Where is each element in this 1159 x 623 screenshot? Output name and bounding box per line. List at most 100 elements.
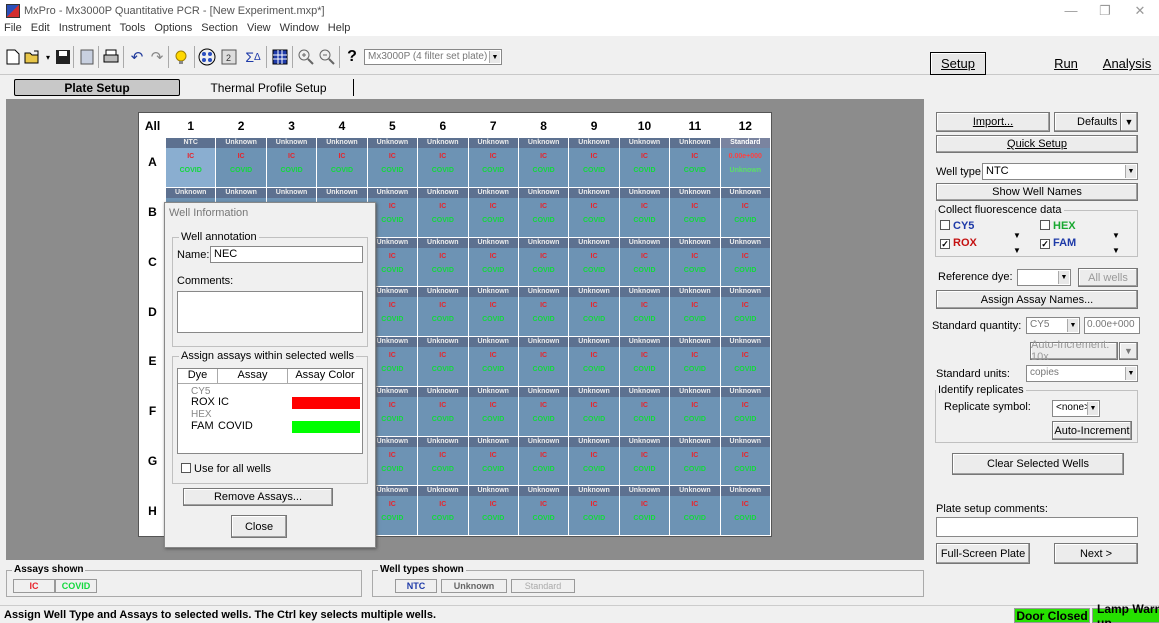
well-F12[interactable]: Unknown IC COVID xyxy=(720,386,770,436)
fam-options-icon[interactable]: ▼ xyxy=(1112,246,1120,255)
assay-color-fam[interactable] xyxy=(292,421,360,433)
legend-covid[interactable]: COVID xyxy=(55,579,97,593)
help-icon[interactable]: ? xyxy=(343,48,361,66)
select-all-corner[interactable]: All xyxy=(140,114,165,137)
auto-increment-10x-button[interactable]: Auto-Increment: 10x xyxy=(1030,339,1118,363)
well-C12[interactable]: Unknown IC COVID xyxy=(720,237,770,287)
well-A3[interactable]: Unknown IC COVID xyxy=(266,138,317,187)
maximize-icon[interactable]: ❐ xyxy=(1090,3,1120,19)
well-A6[interactable]: Unknown IC COVID xyxy=(418,138,468,187)
undo-icon[interactable]: ↶ xyxy=(128,48,146,66)
well-G8[interactable]: Unknown IC COVID xyxy=(518,436,569,486)
std-units-select[interactable]: copies ▼ xyxy=(1026,365,1138,382)
analysis-mode-button[interactable]: Analysis xyxy=(1096,52,1158,75)
tab-plate-setup[interactable]: Plate Setup xyxy=(14,79,180,96)
well-D12[interactable]: Unknown IC COVID xyxy=(720,287,770,336)
well-E9[interactable]: Unknown IC COVID xyxy=(569,337,619,386)
column-header-5[interactable]: 5 xyxy=(367,114,418,137)
well-E6[interactable]: Unknown IC COVID xyxy=(418,337,468,386)
menu-instrument[interactable]: Instrument xyxy=(59,22,111,34)
report-icon[interactable] xyxy=(78,48,96,66)
well-G9[interactable]: Unknown IC COVID xyxy=(569,436,619,486)
use-all-wells-checkbox[interactable]: Use for all wells xyxy=(181,463,271,475)
row-header-F[interactable]: F xyxy=(140,386,165,436)
well-H7[interactable]: Unknown IC COVID xyxy=(468,486,518,535)
well-A11[interactable]: Unknown IC COVID xyxy=(670,138,720,187)
well-F8[interactable]: Unknown IC COVID xyxy=(518,386,569,436)
menu-section[interactable]: Section xyxy=(201,22,238,34)
row-header-G[interactable]: G xyxy=(140,436,165,486)
std-qty-dye-select[interactable]: CY5 ▼ xyxy=(1026,317,1080,334)
show-well-names-button[interactable]: Show Well Names xyxy=(936,183,1138,201)
replicate-symbol-select[interactable]: <none> ▼ xyxy=(1052,400,1100,417)
well-C9[interactable]: Unknown IC COVID xyxy=(569,237,619,287)
grid-view-icon[interactable] xyxy=(271,48,289,66)
print-icon[interactable] xyxy=(102,48,120,66)
well-F9[interactable]: Unknown IC COVID xyxy=(569,386,619,436)
well-D11[interactable]: Unknown IC COVID xyxy=(670,287,720,336)
well-H12[interactable]: Unknown IC COVID xyxy=(720,486,770,535)
well-E11[interactable]: Unknown IC COVID xyxy=(670,337,720,386)
well-A9[interactable]: Unknown IC COVID xyxy=(569,138,619,187)
comments-input[interactable] xyxy=(177,291,363,333)
well-H8[interactable]: Unknown IC COVID xyxy=(518,486,569,535)
menu-edit[interactable]: Edit xyxy=(31,22,50,34)
well-B10[interactable]: Unknown IC COVID xyxy=(619,187,670,237)
well-C11[interactable]: Unknown IC COVID xyxy=(670,237,720,287)
auto-increment-button[interactable]: Auto-Increment xyxy=(1052,421,1132,440)
well-G6[interactable]: Unknown IC COVID xyxy=(418,436,468,486)
hex-checkbox[interactable]: HEX xyxy=(1040,220,1076,232)
import-button[interactable]: Import... xyxy=(936,112,1050,132)
tab-thermal-profile[interactable]: Thermal Profile Setup xyxy=(184,79,354,96)
legend-standard[interactable]: Standard xyxy=(511,579,575,593)
well-D9[interactable]: Unknown IC COVID xyxy=(569,287,619,336)
plate-icon[interactable] xyxy=(198,48,216,66)
well-E10[interactable]: Unknown IC COVID xyxy=(619,337,670,386)
column-header-2[interactable]: 2 xyxy=(216,114,266,137)
plate-setup-comments-input[interactable] xyxy=(936,517,1138,537)
row-header-D[interactable]: D xyxy=(140,287,165,336)
well-H11[interactable]: Unknown IC COVID xyxy=(670,486,720,535)
well-H9[interactable]: Unknown IC COVID xyxy=(569,486,619,535)
zoom-in-icon[interactable] xyxy=(297,48,315,66)
calculator-icon[interactable]: 2 xyxy=(220,48,238,66)
well-A2[interactable]: Unknown IC COVID xyxy=(216,138,266,187)
menu-help[interactable]: Help xyxy=(328,22,351,34)
well-G11[interactable]: Unknown IC COVID xyxy=(670,436,720,486)
zoom-out-icon[interactable] xyxy=(318,48,336,66)
open-dropdown-icon[interactable]: ▾ xyxy=(44,48,52,66)
rox-options-icon[interactable]: ▼ xyxy=(1013,246,1021,255)
all-wells-button[interactable]: All wells xyxy=(1078,268,1138,287)
name-input[interactable]: NEC xyxy=(210,246,363,263)
auto-increment-chevron-icon[interactable]: ▼ xyxy=(1119,342,1138,360)
well-F6[interactable]: Unknown IC COVID xyxy=(418,386,468,436)
well-A5[interactable]: Unknown IC COVID xyxy=(367,138,418,187)
menu-window[interactable]: Window xyxy=(280,22,319,34)
defaults-chevron-icon[interactable]: ▼ xyxy=(1120,112,1138,132)
well-F7[interactable]: Unknown IC COVID xyxy=(468,386,518,436)
next-button[interactable]: Next > xyxy=(1054,543,1138,564)
std-qty-input[interactable]: 0.00e+000 xyxy=(1084,317,1140,334)
menu-options[interactable]: Options xyxy=(154,22,192,34)
remove-assays-button[interactable]: Remove Assays... xyxy=(183,488,333,506)
run-mode-button[interactable]: Run xyxy=(1044,52,1088,75)
well-D7[interactable]: Unknown IC COVID xyxy=(468,287,518,336)
well-B12[interactable]: Unknown IC COVID xyxy=(720,187,770,237)
row-header-C[interactable]: C xyxy=(140,237,165,287)
well-E7[interactable]: Unknown IC COVID xyxy=(468,337,518,386)
full-screen-plate-button[interactable]: Full-Screen Plate xyxy=(936,543,1030,564)
fam-checkbox[interactable]: ✓ FAM xyxy=(1040,237,1076,249)
well-A7[interactable]: Unknown IC COVID xyxy=(468,138,518,187)
well-C10[interactable]: Unknown IC COVID xyxy=(619,237,670,287)
row-header-A[interactable]: A xyxy=(140,138,165,187)
well-B11[interactable]: Unknown IC COVID xyxy=(670,187,720,237)
well-E8[interactable]: Unknown IC COVID xyxy=(518,337,569,386)
well-B9[interactable]: Unknown IC COVID xyxy=(569,187,619,237)
menu-tools[interactable]: Tools xyxy=(120,22,146,34)
reference-dye-select[interactable]: ▼ xyxy=(1017,269,1071,286)
column-header-3[interactable]: 3 xyxy=(266,114,317,137)
close-button[interactable]: Close xyxy=(231,515,287,538)
legend-ic[interactable]: IC xyxy=(13,579,55,593)
well-G7[interactable]: Unknown IC COVID xyxy=(468,436,518,486)
sigma-delta-icon[interactable]: ΣΔ xyxy=(242,48,264,66)
